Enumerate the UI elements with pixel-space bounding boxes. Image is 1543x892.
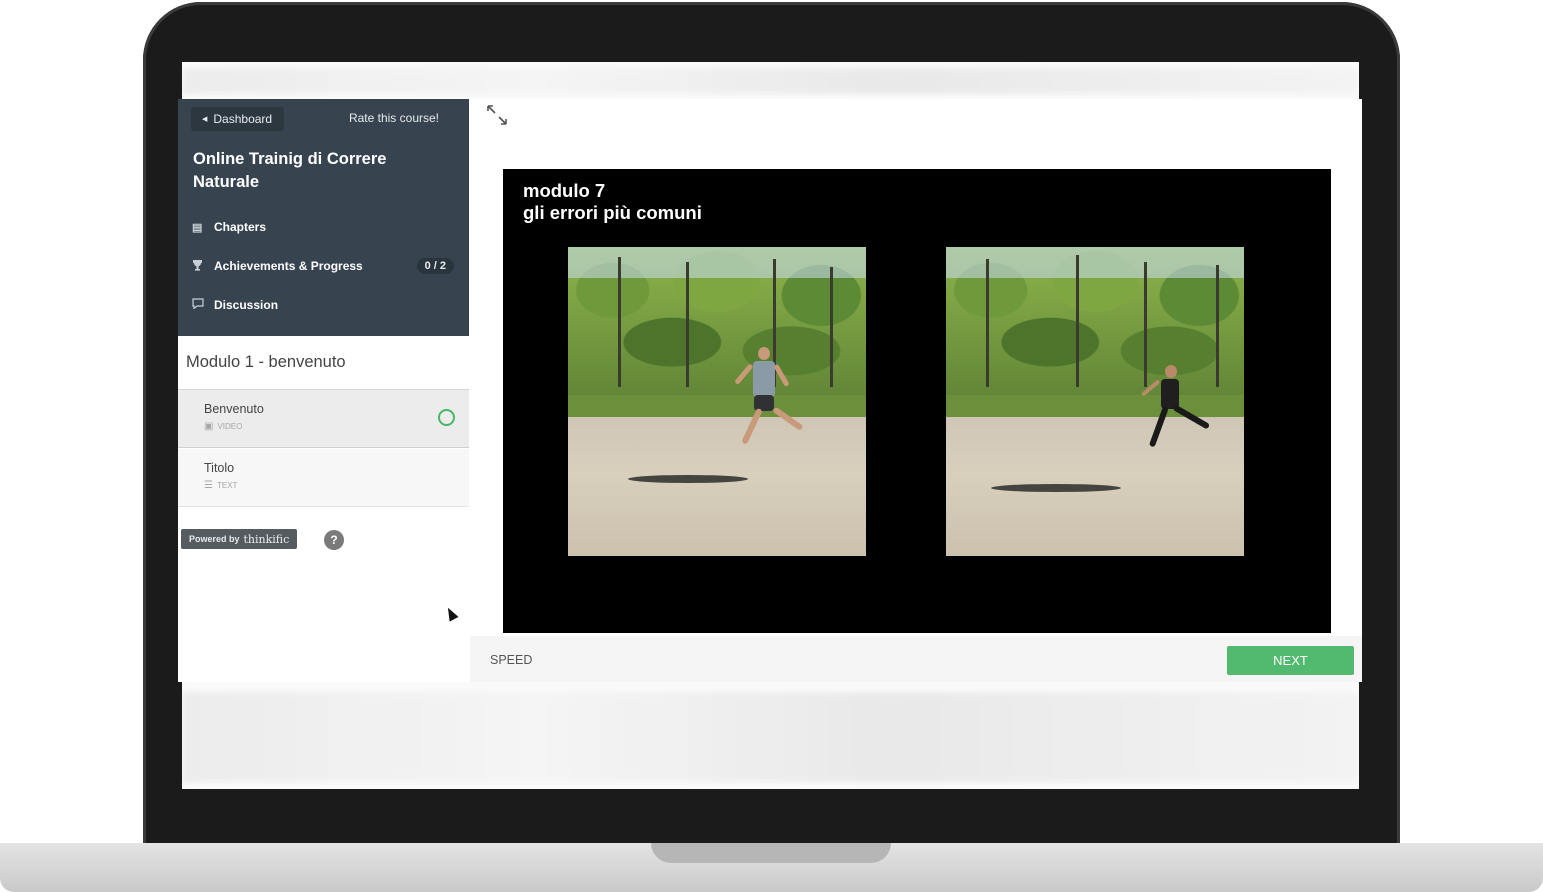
nav-achievements-label: Achievements & Progress xyxy=(214,259,363,273)
content-area: modulo 7 gli errori più comuni SPEED NEX… xyxy=(470,99,1362,682)
mouse-cursor-icon xyxy=(443,605,459,622)
thinkific-logo: thinkific xyxy=(243,532,290,546)
video-clip-left xyxy=(568,247,866,556)
help-button[interactable]: ? xyxy=(324,530,344,550)
video-icon: ▣ xyxy=(204,421,214,432)
nav-discussion[interactable]: Discussion xyxy=(192,294,454,316)
sidebar-header: ◀ Dashboard Rate this course! Online Tra… xyxy=(178,99,469,336)
lesson-name: Titolo xyxy=(204,461,235,475)
nav-discussion-label: Discussion xyxy=(214,298,279,312)
chat-bubble-icon xyxy=(192,298,214,312)
lesson-type: ☰ TEXT xyxy=(204,480,237,491)
powered-by-label: Powered by xyxy=(189,534,240,544)
text-icon: ☰ xyxy=(204,480,213,491)
fullscreen-expand-icon[interactable] xyxy=(485,103,509,127)
video-clip-right xyxy=(946,247,1244,556)
blurred-footer xyxy=(182,692,1359,782)
player-controls: SPEED NEXT xyxy=(470,636,1362,682)
course-title: Online Trainig di Correre Naturale xyxy=(193,150,387,191)
chapter-title: Modulo 1 - benvenuto xyxy=(178,336,469,390)
course-player: ◀ Dashboard Rate this course! Online Tra… xyxy=(178,99,1362,682)
lesson-item-benvenuto[interactable]: Benvenuto ▣ VIDEO xyxy=(178,390,469,448)
lesson-name: Benvenuto xyxy=(204,402,264,416)
laptop-notch xyxy=(651,843,891,863)
powered-by-badge[interactable]: Powered by thinkific xyxy=(181,529,298,549)
rate-course-link[interactable]: Rate this course! xyxy=(349,111,439,125)
achievements-count-badge: 0 / 2 xyxy=(416,258,454,274)
sidebar: ◀ Dashboard Rate this course! Online Tra… xyxy=(178,99,469,682)
lesson-type-label: TEXT xyxy=(216,481,238,490)
next-button[interactable]: NEXT xyxy=(1227,646,1354,675)
dashboard-label: Dashboard xyxy=(213,112,273,126)
nav-chapters-label: Chapters xyxy=(214,220,267,234)
video-player[interactable]: modulo 7 gli errori più comuni xyxy=(503,169,1331,633)
nav-chapters[interactable]: ▤ Chapters xyxy=(192,216,454,238)
trophy-icon xyxy=(192,259,214,274)
lesson-type-label: VIDEO xyxy=(217,422,243,431)
speed-control[interactable]: SPEED xyxy=(490,653,532,667)
video-title-line2: gli errori più comuni xyxy=(523,202,702,223)
blurred-header xyxy=(182,68,1359,94)
lesson-item-titolo[interactable]: Titolo ☰ TEXT xyxy=(178,449,469,507)
video-title-line1: modulo 7 xyxy=(523,180,606,201)
completion-status-icon xyxy=(438,409,455,426)
dashboard-button[interactable]: ◀ Dashboard xyxy=(191,107,285,131)
nav-achievements[interactable]: Achievements & Progress 0 / 2 xyxy=(192,255,454,277)
caret-left-icon: ◀ xyxy=(202,116,208,123)
book-icon: ▤ xyxy=(192,221,203,234)
lesson-type: ▣ VIDEO xyxy=(204,421,242,432)
video-title: modulo 7 gli errori più comuni xyxy=(523,180,702,224)
